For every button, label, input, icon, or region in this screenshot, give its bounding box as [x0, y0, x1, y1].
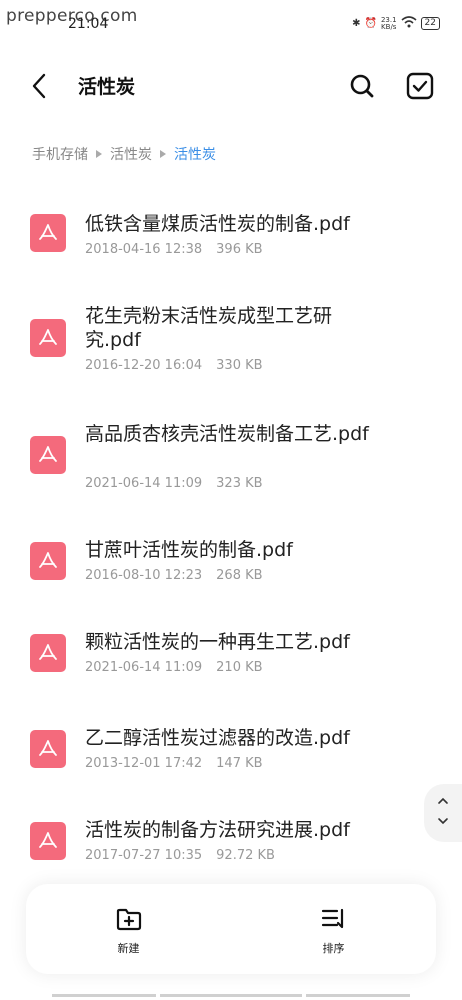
chevron-down-icon [438, 818, 448, 825]
file-name: 高品质杏核壳活性炭制备工艺.pdf [85, 423, 369, 445]
file-meta: 2016-12-20 16:04 330 KB [85, 358, 263, 373]
back-button[interactable] [24, 70, 56, 102]
file-meta: 2018-04-16 12:38 396 KB [85, 242, 263, 257]
bluetooth-icon: ✱ [352, 18, 361, 29]
checkbox-icon [406, 72, 434, 100]
file-date: 2016-08-10 12:23 [85, 568, 203, 583]
pdf-file-icon [30, 542, 66, 580]
app-header: 活性炭 [0, 60, 462, 110]
file-size: 147 KB [216, 756, 263, 771]
file-date: 2021-06-14 11:09 [85, 476, 203, 491]
sort-button[interactable]: 排序 [231, 884, 436, 974]
file-size: 323 KB [216, 476, 263, 491]
folder-add-icon [116, 908, 142, 931]
new-label: 新建 [117, 942, 140, 955]
file-meta: 2021-06-14 11:09 210 KB [85, 660, 263, 675]
file-item[interactable]: 低铁含量煤质活性炭的制备.pdf 2018-04-16 12:38 396 KB [0, 208, 420, 278]
file-item[interactable]: 颗粒活性炭的一种再生工艺.pdf 2021-06-14 11:09 210 KB [0, 628, 420, 688]
chevron-up-icon [438, 797, 448, 804]
file-meta: 2017-07-27 10:35 92.72 KB [85, 848, 275, 863]
nav-line [160, 994, 302, 997]
file-size: 396 KB [216, 242, 263, 257]
pdf-file-icon [30, 730, 66, 768]
file-date: 2021-06-14 11:09 [85, 660, 203, 675]
file-date: 2016-12-20 16:04 [85, 358, 203, 373]
file-name: 甘蔗叶活性炭的制备.pdf [85, 539, 293, 561]
file-name: 活性炭的制备方法研究进展.pdf [85, 819, 350, 841]
breadcrumb-separator-icon [160, 150, 166, 158]
search-icon [350, 74, 374, 98]
file-meta: 2013-12-01 17:42 147 KB [85, 756, 263, 771]
pdf-file-icon [30, 214, 66, 252]
network-speed: 23.1 KB/s [381, 16, 397, 31]
file-size: 268 KB [216, 568, 263, 583]
file-item[interactable]: 高品质杏核壳活性炭制备工艺.pdf 2021-06-14 11:09 323 KB [0, 422, 420, 502]
file-name: 花生壳粉末活性炭成型工艺研究.pdf [85, 305, 333, 351]
wifi-icon [401, 16, 417, 31]
breadcrumb-separator-icon [96, 150, 102, 158]
pdf-file-icon [30, 319, 66, 357]
file-item[interactable]: 甘蔗叶活性炭的制备.pdf 2016-08-10 12:23 268 KB [0, 536, 420, 596]
breadcrumb: 手机存储 活性炭 活性炭 [32, 144, 216, 164]
file-meta: 2016-08-10 12:23 268 KB [85, 568, 263, 583]
status-time: 21:04 [68, 16, 109, 32]
alarm-icon: ⏰ [364, 18, 377, 29]
file-size: 210 KB [216, 660, 263, 675]
file-size: 92.72 KB [216, 848, 275, 863]
network-speed-unit: KB/s [381, 22, 397, 31]
status-bar: prepperco.com 21:04 ✱ ⏰ 23.1 KB/s 22 [0, 0, 462, 40]
bottom-action-bar: 新建 排序 [26, 884, 436, 974]
search-button[interactable] [346, 70, 378, 102]
pdf-file-icon [30, 634, 66, 672]
sort-icon [321, 908, 344, 929]
breadcrumb-item-folder[interactable]: 活性炭 [110, 144, 152, 164]
file-item[interactable]: 花生壳粉末活性炭成型工艺研究.pdf 2016-12-20 16:04 330 K… [0, 304, 420, 384]
file-meta: 2021-06-14 11:09 323 KB [85, 476, 263, 491]
file-name: 乙二醇活性炭过滤器的改造.pdf [85, 727, 350, 749]
breadcrumb-item-storage[interactable]: 手机存储 [32, 144, 88, 164]
battery-indicator: 22 [420, 17, 440, 30]
page-title: 活性炭 [78, 76, 136, 98]
file-item[interactable]: 活性炭的制备方法研究进展.pdf 2017-07-27 10:35 92.72 K… [0, 816, 420, 876]
file-name: 低铁含量煤质活性炭的制备.pdf [85, 213, 350, 235]
pdf-file-icon [30, 436, 66, 474]
multi-select-button[interactable] [404, 70, 436, 102]
sort-label: 排序 [322, 942, 345, 955]
fast-scroll-handle[interactable] [424, 784, 462, 842]
status-icons: ✱ ⏰ 23.1 KB/s 22 [352, 16, 440, 31]
nav-line [52, 994, 156, 997]
nav-line [306, 994, 410, 997]
file-date: 2017-07-27 10:35 [85, 848, 203, 863]
pdf-file-icon [30, 822, 66, 860]
file-name: 颗粒活性炭的一种再生工艺.pdf [85, 631, 350, 653]
arrow-left-icon [32, 73, 46, 99]
breadcrumb-item-current[interactable]: 活性炭 [174, 144, 216, 164]
file-date: 2018-04-16 12:38 [85, 242, 203, 257]
file-date: 2013-12-01 17:42 [85, 756, 203, 771]
file-size: 330 KB [216, 358, 263, 373]
file-item[interactable]: 乙二醇活性炭过滤器的改造.pdf 2013-12-01 17:42 147 KB [0, 724, 420, 784]
new-folder-button[interactable]: 新建 [26, 884, 231, 974]
